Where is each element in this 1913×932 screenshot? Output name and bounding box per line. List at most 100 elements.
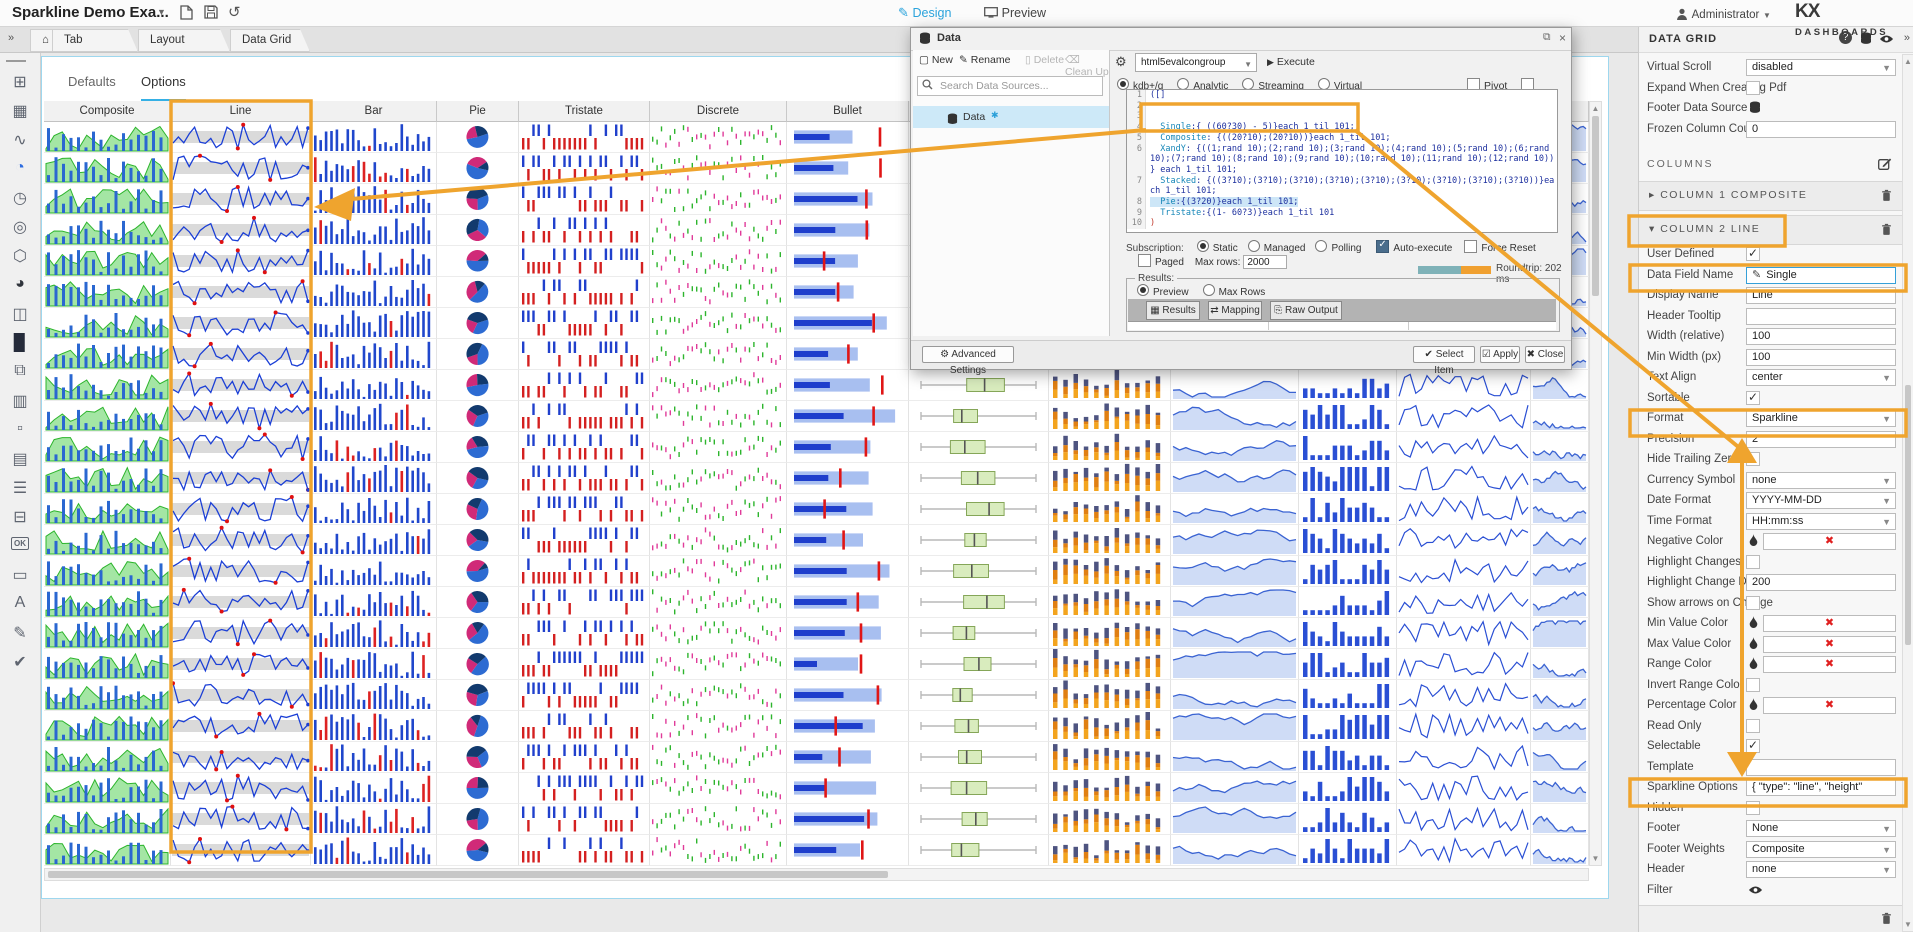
results-tab-raw-output[interactable]: ⎘ Raw Output [1270, 301, 1342, 320]
text-icon[interactable]: A [0, 594, 40, 612]
tab-defaults[interactable]: Defaults [68, 65, 116, 99]
design-mode-button[interactable]: ✎ Design [898, 5, 951, 21]
tab-options[interactable]: Options [141, 65, 186, 102]
connection-select[interactable]: html5evalcongroup▼ [1135, 53, 1257, 72]
show-arrows-on-change-checkbox[interactable] [1746, 596, 1760, 610]
results-radio-max-rows[interactable]: Max Rows [1203, 287, 1266, 298]
droplet-icon[interactable] [1746, 636, 1761, 653]
currency-symbol-select[interactable]: none▼ [1746, 472, 1896, 489]
results-tab-mapping[interactable]: ⇄ Mapping [1208, 301, 1262, 320]
split-panel-icon[interactable]: ◫ [0, 304, 40, 324]
donut-chart-icon[interactable]: ◎ [0, 217, 40, 237]
max-value-color-color-field[interactable]: ✖ [1763, 636, 1896, 653]
footer-weights-select[interactable]: Composite▼ [1746, 841, 1896, 858]
column-header-discrete[interactable]: Discrete [650, 101, 787, 122]
pivot-grid-icon[interactable]: ▦ [0, 101, 40, 121]
popout-icon[interactable]: ⧉ [1543, 31, 1551, 44]
header-tooltip-input[interactable] [1746, 308, 1896, 325]
droplet-icon[interactable] [1746, 533, 1761, 550]
sparkline-options-input[interactable]: { "type": "line", "height" [1746, 779, 1896, 796]
min-value-color-color-field[interactable]: ✖ [1763, 615, 1896, 632]
cleanup-datasource-button[interactable]: ⌫ Clean Up [1065, 54, 1109, 78]
dialog-title-bar[interactable]: Data ⧉ × [911, 28, 1571, 51]
format-select[interactable]: Sparkline▼ [1746, 410, 1896, 427]
annotation-icon[interactable]: ✎ [0, 623, 40, 643]
negative-color-color-field[interactable]: ✖ [1763, 533, 1896, 550]
max-rows-input[interactable]: 2000 [1243, 255, 1287, 269]
checkbox-auto-execute[interactable]: Auto-execute [1376, 243, 1452, 254]
droplet-icon[interactable] [1746, 697, 1761, 714]
user-defined-checkbox[interactable] [1746, 247, 1760, 261]
breadcrumb-item-layout-panel[interactable]: Layout Panel [138, 29, 230, 52]
new-datasource-button[interactable]: ▢ New [919, 54, 953, 66]
column-header-tristate[interactable]: Tristate [519, 101, 650, 122]
range-color-color-field[interactable]: ✖ [1763, 656, 1896, 673]
column-header-pie[interactable]: Pie [437, 101, 519, 122]
rename-datasource-button[interactable]: ✎ Rename [959, 54, 1010, 66]
checkbox-force-reset[interactable]: Force Reset [1464, 243, 1535, 254]
drop-target-icon[interactable]: ▫ [0, 420, 40, 438]
undo-icon[interactable]: ↺ [228, 3, 241, 21]
subscription-radio-polling[interactable]: Polling [1315, 243, 1361, 254]
droplet-icon[interactable] [1746, 615, 1761, 632]
text-input-icon[interactable]: ▭ [0, 565, 40, 585]
precision-input[interactable]: 2 [1746, 431, 1896, 448]
rows-icon[interactable]: ▤ [0, 449, 40, 469]
gauge-icon[interactable]: ◷ [0, 188, 40, 208]
hide-trailing-zeroes-checkbox[interactable] [1746, 452, 1760, 466]
header-select[interactable]: none▼ [1746, 861, 1896, 878]
dashboard-title[interactable]: Sparkline Demo Exa... [12, 4, 169, 21]
trash-icon[interactable] [1881, 189, 1892, 207]
sortable-checkbox[interactable] [1746, 391, 1760, 405]
tiles-icon[interactable]: ⧉ [0, 362, 40, 380]
invert-range-color-checkbox[interactable] [1746, 678, 1760, 692]
selectable-checkbox[interactable] [1746, 739, 1760, 753]
subscription-radio-static[interactable]: Static [1197, 243, 1238, 254]
grid-horizontal-scrollbar[interactable] [44, 868, 1589, 881]
apply-button[interactable]: ☑ Apply [1480, 346, 1520, 363]
hidden-checkbox[interactable] [1746, 801, 1760, 815]
execute-button[interactable]: ▶ Execute [1267, 56, 1315, 68]
canvas-icon[interactable]: ▉ [0, 333, 40, 353]
line-chart-icon[interactable]: ∿ [0, 130, 40, 150]
column-header-line[interactable]: Line [171, 101, 311, 122]
sidebar-expander-icon[interactable]: » [8, 32, 14, 44]
sphere-icon[interactable]: ◕ [0, 275, 40, 293]
title-caret-icon[interactable]: ▼ [157, 7, 166, 17]
footer-select[interactable]: None▼ [1746, 820, 1896, 837]
new-dashboard-icon[interactable] [180, 5, 193, 23]
frozen-column-count-input[interactable]: 0 [1746, 121, 1896, 138]
droplet-icon[interactable] [1746, 656, 1761, 673]
connection-gear-icon[interactable]: ⚙ [1115, 54, 1127, 70]
data-grid-icon[interactable]: ⊞ [0, 72, 40, 92]
edit-columns-icon[interactable] [1878, 157, 1892, 175]
expand-when-creating-pdf-checkbox[interactable] [1746, 81, 1760, 95]
breadcrumb-item-tab-control[interactable]: Tab Control [52, 29, 138, 52]
code-editor[interactable]: 1([]2 3 4 Single:{ ((60?30) - 5)}each 1_… [1126, 89, 1558, 233]
subscription-radio-managed[interactable]: Managed [1248, 243, 1306, 254]
column-header-bar[interactable]: Bar [311, 101, 437, 122]
user-menu[interactable]: Administrator ▼ [1676, 6, 1771, 21]
eye-icon[interactable] [1746, 882, 1764, 899]
read-only-checkbox[interactable] [1746, 719, 1760, 733]
columns-icon[interactable]: ▥ [0, 391, 40, 411]
panel-column-column-2-line[interactable]: ▾ COLUMN 2 LINE [1639, 215, 1902, 245]
percentage-color-color-field[interactable]: ✖ [1763, 697, 1896, 714]
delete-datasource-button[interactable]: ▯ Delete [1025, 54, 1064, 66]
column-header-composite[interactable]: Composite [44, 101, 171, 122]
results-tab-results[interactable]: ▦ Results [1146, 301, 1200, 320]
trash-icon[interactable] [1881, 223, 1892, 241]
time-format-select[interactable]: HH:mm:ss▼ [1746, 513, 1896, 530]
database-icon[interactable] [1746, 100, 1764, 117]
min-width-px--input[interactable]: 100 [1746, 349, 1896, 366]
select-item-button[interactable]: ✔ Select Item [1413, 346, 1475, 363]
pie-chart-icon[interactable]: ◔ [0, 159, 40, 177]
highlight-change-duration-input[interactable]: 200 [1746, 574, 1896, 591]
datasource-tree-item[interactable]: Data ✱ [913, 106, 1109, 128]
display-name-input[interactable]: Line [1746, 287, 1896, 304]
width-relative--input[interactable]: 100 [1746, 328, 1896, 345]
trash-icon[interactable] [1881, 912, 1892, 930]
grid-vertical-scrollbar[interactable]: ▲ ▼ [1589, 101, 1602, 866]
virtual-scroll-select[interactable]: disabled▼ [1746, 59, 1896, 76]
checkbox-paged[interactable]: Paged [1138, 257, 1184, 268]
